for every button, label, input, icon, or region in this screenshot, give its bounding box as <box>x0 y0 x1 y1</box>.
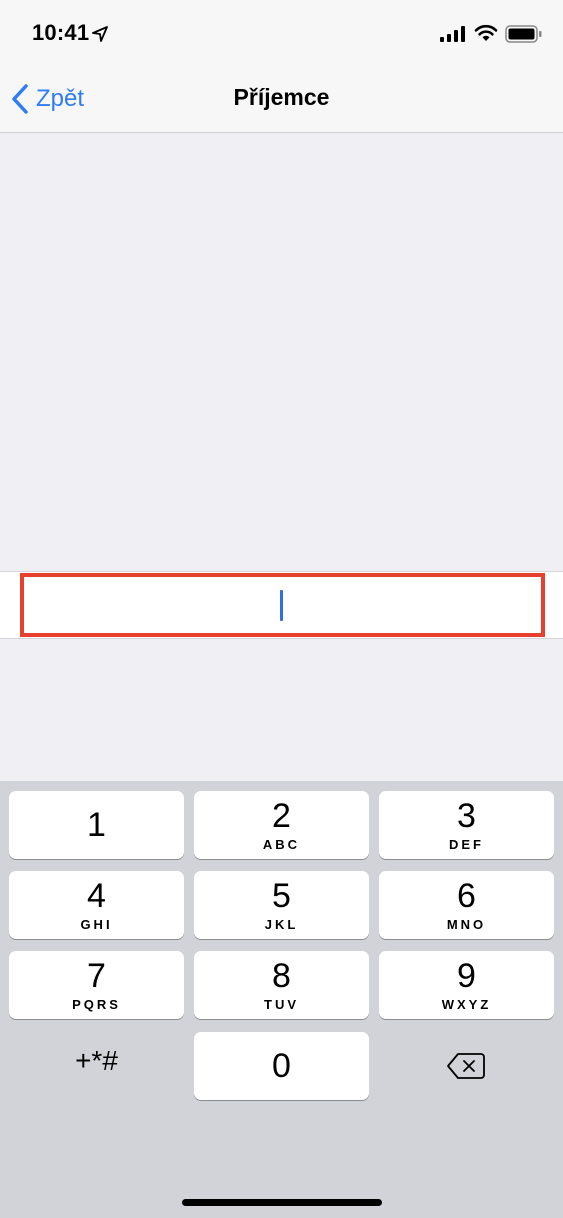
recipient-input-row <box>0 571 563 640</box>
cellular-signal-icon <box>440 26 465 42</box>
symbols-key[interactable]: +*# <box>9 1032 184 1100</box>
key-digit: 3 <box>457 797 476 835</box>
key-letters: DEF <box>449 837 484 852</box>
home-indicator[interactable] <box>182 1199 382 1206</box>
key-letters: WXYZ <box>441 997 492 1012</box>
key-digit: 2 <box>272 797 291 835</box>
key-3[interactable]: 3 DEF <box>379 791 554 859</box>
key-2[interactable]: 2 ABC <box>194 791 369 859</box>
page-title: Příjemce <box>233 84 330 110</box>
key-letters: JKL <box>264 917 299 932</box>
key-9[interactable]: 9 WXYZ <box>379 951 554 1019</box>
delete-backspace-icon <box>447 1053 485 1079</box>
key-1[interactable]: 1 <box>9 791 184 859</box>
key-digit: 6 <box>457 877 476 915</box>
numeric-keypad: 1 2 ABC 3 DEF 4 GHI 5 JKL 6 MNO 7 PQRS 8… <box>0 781 563 1218</box>
key-digit: 7 <box>87 957 106 995</box>
key-7[interactable]: 7 PQRS <box>9 951 184 1019</box>
key-6[interactable]: 6 MNO <box>379 871 554 939</box>
key-digit: 9 <box>457 957 476 995</box>
key-4[interactable]: 4 GHI <box>9 871 184 939</box>
key-5[interactable]: 5 JKL <box>194 871 369 939</box>
location-arrow-icon <box>92 26 108 42</box>
key-letters: GHI <box>80 917 113 932</box>
status-time: 10:41 <box>32 20 90 45</box>
key-letters: PQRS <box>72 997 121 1012</box>
screen: 10:41 Zpět Příjemce 1 2 ABC 3 DEF 4 GHI … <box>0 0 563 1218</box>
text-cursor <box>280 590 283 621</box>
key-digit: 4 <box>87 877 106 915</box>
wifi-icon <box>474 24 498 41</box>
battery-icon <box>505 25 542 43</box>
key-letters: ABC <box>262 837 301 852</box>
status-bar: 10:41 <box>0 0 563 66</box>
navigation-bar: Zpět Příjemce <box>0 66 563 133</box>
key-letters: TUV <box>264 997 299 1012</box>
key-digit: 5 <box>272 877 291 915</box>
key-8[interactable]: 8 TUV <box>194 951 369 1019</box>
key-letters: MNO <box>446 917 487 932</box>
key-0[interactable]: 0 <box>194 1032 369 1100</box>
delete-key[interactable] <box>379 1032 554 1100</box>
key-digit: 1 <box>87 806 106 844</box>
key-digit: 8 <box>272 957 291 995</box>
key-digit: 0 <box>272 1047 291 1085</box>
